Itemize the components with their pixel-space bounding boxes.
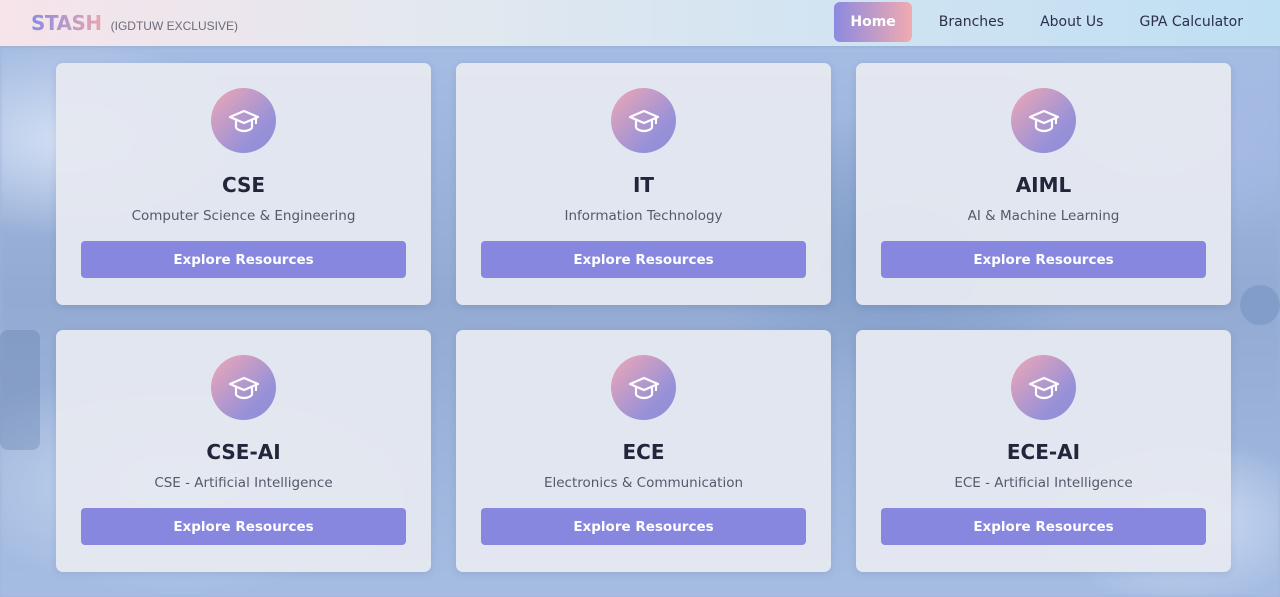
card-subtitle: Information Technology <box>564 208 723 224</box>
nav-links: Home Branches About Us GPA Calculator <box>834 2 1256 42</box>
explore-resources-button[interactable]: Explore Resources <box>881 508 1206 545</box>
icon-badge <box>611 88 676 153</box>
explore-resources-button[interactable]: Explore Resources <box>881 241 1206 278</box>
top-navbar: STASH (IGDTUW EXCLUSIVE) Home Branches A… <box>0 0 1280 46</box>
explore-resources-button[interactable]: Explore Resources <box>481 508 806 545</box>
nav-item-about-us[interactable]: About Us <box>1027 2 1116 42</box>
card-subtitle: ECE - Artificial Intelligence <box>954 475 1133 491</box>
graduation-cap-icon <box>228 109 259 132</box>
icon-badge <box>211 88 276 153</box>
nav-item-gpa-calculator[interactable]: GPA Calculator <box>1126 2 1256 42</box>
branch-card-grid: CSE Computer Science & Engineering Explo… <box>56 63 1231 572</box>
graduation-cap-icon <box>628 376 659 399</box>
explore-resources-button[interactable]: Explore Resources <box>81 508 406 545</box>
card-title: ECE <box>622 440 665 464</box>
branch-card-cse: CSE Computer Science & Engineering Explo… <box>56 63 431 305</box>
nav-item-branches[interactable]: Branches <box>926 2 1017 42</box>
icon-badge <box>1011 355 1076 420</box>
logo[interactable]: STASH <box>31 11 102 35</box>
explore-resources-button[interactable]: Explore Resources <box>81 241 406 278</box>
card-title: AIML <box>1015 173 1072 197</box>
card-subtitle: Computer Science & Engineering <box>131 208 356 224</box>
branch-card-it: IT Information Technology Explore Resour… <box>456 63 831 305</box>
branch-card-ece: ECE Electronics & Communication Explore … <box>456 330 831 572</box>
graduation-cap-icon <box>1028 376 1059 399</box>
brand[interactable]: STASH (IGDTUW EXCLUSIVE) <box>31 11 238 35</box>
background-blob <box>1240 285 1280 325</box>
icon-badge <box>611 355 676 420</box>
card-title: CSE <box>221 173 266 197</box>
branch-card-ece-ai: ECE-AI ECE - Artificial Intelligence Exp… <box>856 330 1231 572</box>
nav-item-home[interactable]: Home <box>834 2 912 42</box>
background-blob <box>0 330 40 450</box>
branch-card-aiml: AIML AI & Machine Learning Explore Resou… <box>856 63 1231 305</box>
card-title: CSE-AI <box>206 440 281 464</box>
graduation-cap-icon <box>1028 109 1059 132</box>
card-title: ECE-AI <box>1006 440 1081 464</box>
explore-resources-button[interactable]: Explore Resources <box>481 241 806 278</box>
graduation-cap-icon <box>628 109 659 132</box>
card-subtitle: Electronics & Communication <box>543 475 744 491</box>
graduation-cap-icon <box>228 376 259 399</box>
brand-tagline: (IGDTUW EXCLUSIVE) <box>110 19 238 33</box>
card-subtitle: CSE - Artificial Intelligence <box>154 475 333 491</box>
card-title: IT <box>632 173 655 197</box>
branch-card-cse-ai: CSE-AI CSE - Artificial Intelligence Exp… <box>56 330 431 572</box>
card-subtitle: AI & Machine Learning <box>967 208 1120 224</box>
icon-badge <box>1011 88 1076 153</box>
icon-badge <box>211 355 276 420</box>
